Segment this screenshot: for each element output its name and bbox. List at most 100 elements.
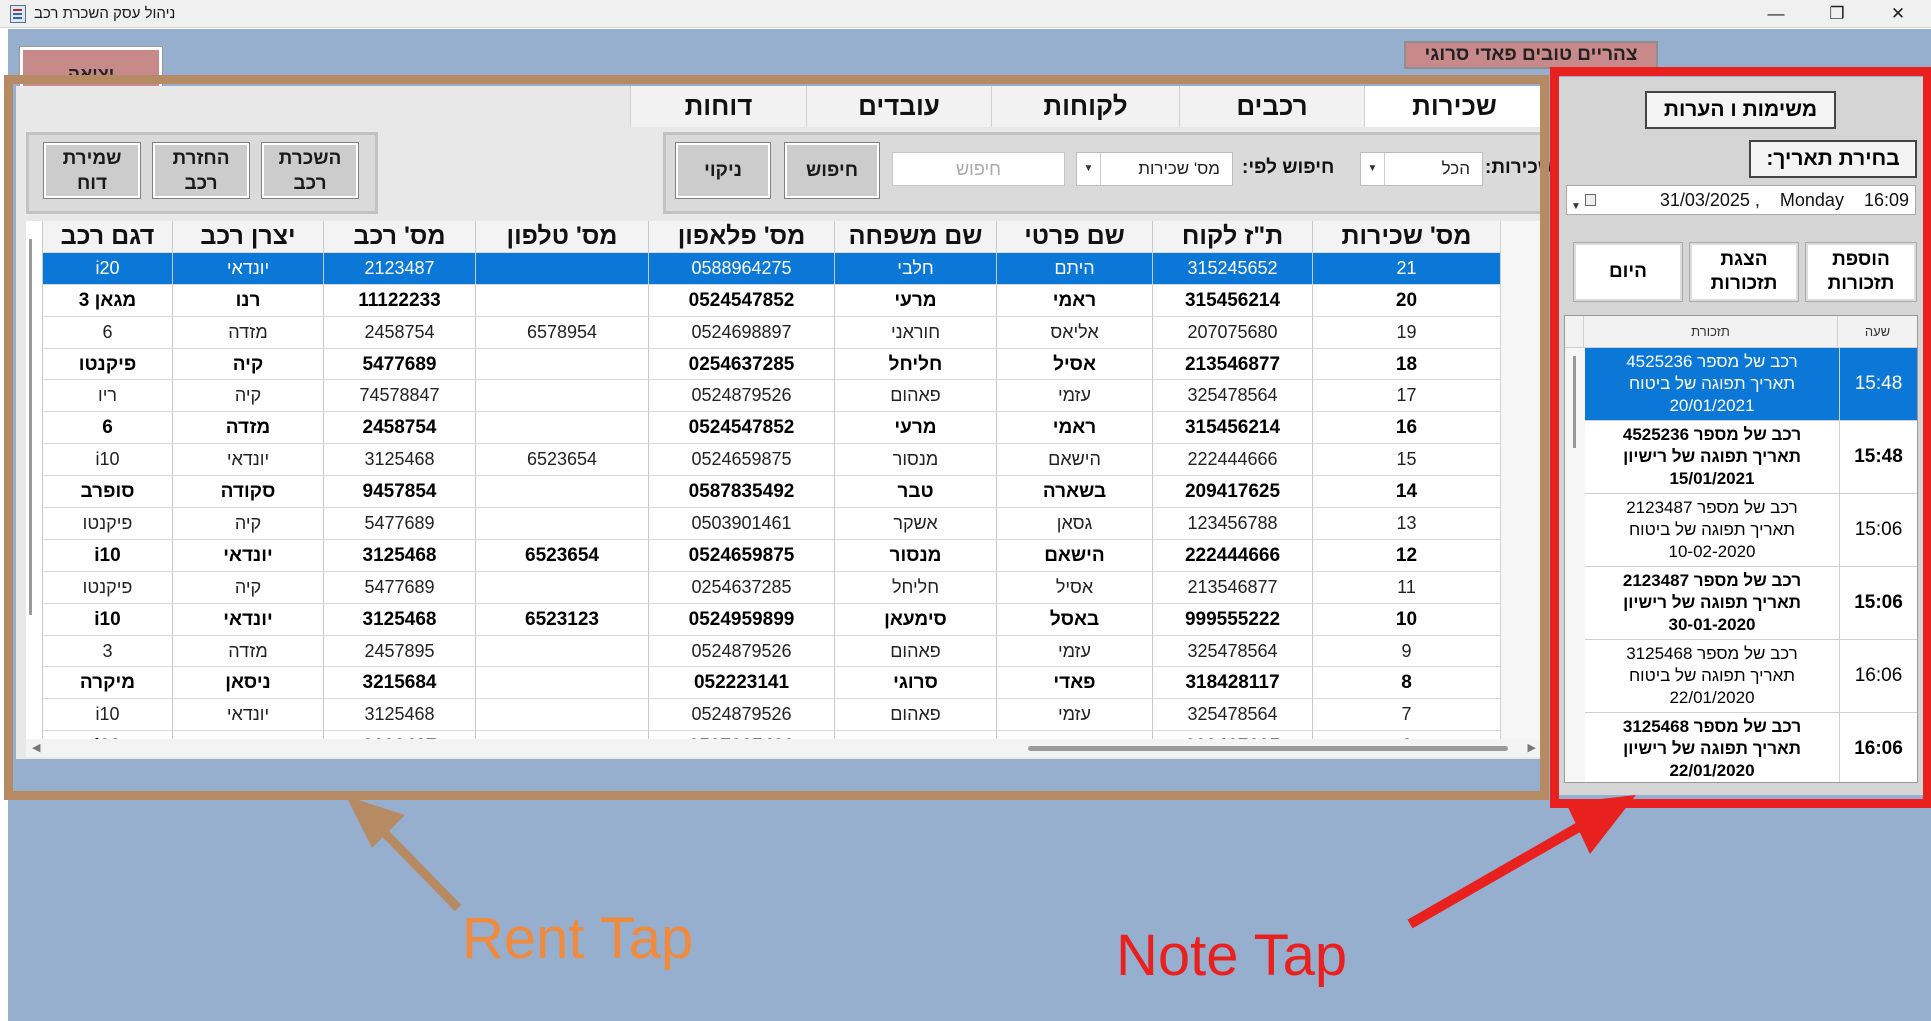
cell-last-name[interactable]: סימעאן <box>834 603 996 636</box>
cell-car-number[interactable]: 74578847 <box>323 380 475 413</box>
cell-mobile[interactable]: 052223141 <box>648 667 834 700</box>
cell-car-maker[interactable]: קיה <box>172 380 323 413</box>
table-row[interactable]: 9 325478564 עזמי פאהום 0524879526 2457895 מזדה… <box>42 635 1500 668</box>
cell-first-name[interactable]: אסיל <box>996 348 1152 381</box>
cell-car-model[interactable]: i10 <box>42 539 172 572</box>
cell-customer-id[interactable]: 315456214 <box>1152 284 1312 317</box>
cell-first-name[interactable]: אסיל <box>996 571 1152 604</box>
cell-car-maker[interactable]: יונדאי <box>172 539 323 572</box>
reminder-time[interactable]: 16:06 <box>1839 640 1917 712</box>
cell-first-name[interactable]: עזמי <box>996 635 1152 668</box>
cell-car-number[interactable]: 9457854 <box>323 476 475 509</box>
clear-button[interactable]: ניקוי <box>676 143 770 198</box>
cell-last-name[interactable]: סרוגי <box>834 667 996 700</box>
cell-car-number[interactable]: 3215684 <box>323 667 475 700</box>
reminder-time[interactable]: 15:06 <box>1839 567 1917 639</box>
cell-rental-number[interactable]: 9 <box>1312 635 1500 668</box>
cell-car-model[interactable]: מיקרה <box>42 667 172 700</box>
cell-phone[interactable] <box>475 252 648 285</box>
reminder-time[interactable]: 15:48 <box>1839 421 1917 493</box>
cell-mobile[interactable]: 0524547852 <box>648 284 834 317</box>
cell-customer-id[interactable]: 213546877 <box>1152 571 1312 604</box>
cell-car-model[interactable]: i10 <box>42 444 172 477</box>
reminder-row[interactable]: 15:48 רכב של מספר 4525236 תאריך תפוגה של … <box>1585 421 1917 494</box>
reminder-text[interactable]: רכב של מספר 2123487 תאריך תפוגה של ביטוח… <box>1585 494 1839 566</box>
table-row[interactable]: 7 325478564 עזמי פאהום 0524879526 3125468 יונד… <box>42 699 1500 732</box>
column-header-last-name[interactable]: שם משפחה <box>834 221 996 253</box>
grid-horizontal-thumb[interactable] <box>1028 746 1508 751</box>
cell-rental-number[interactable]: 19 <box>1312 316 1500 349</box>
column-header-first-name[interactable]: שם פרטי <box>996 221 1152 253</box>
cell-mobile[interactable]: 0524959899 <box>648 603 834 636</box>
cell-car-model[interactable]: 3 <box>42 635 172 668</box>
reminder-text[interactable]: רכב של מספר 4525236 תאריך תפוגה של ביטוח… <box>1585 348 1839 420</box>
search-input[interactable]: חיפוש <box>892 152 1065 186</box>
column-header-rental-number[interactable]: מס' שכירות <box>1312 221 1500 253</box>
cell-last-name[interactable]: חלבי <box>834 252 996 285</box>
cell-car-model[interactable]: מגאן 3 <box>42 284 172 317</box>
cell-customer-id[interactable]: 213546877 <box>1152 348 1312 381</box>
cell-last-name[interactable]: חוראני <box>834 316 996 349</box>
cell-mobile[interactable]: 0524879526 <box>648 699 834 732</box>
cell-rental-number[interactable]: 13 <box>1312 508 1500 540</box>
cell-car-number[interactable]: 3125468 <box>323 603 475 636</box>
search-button[interactable]: חיפוש <box>785 143 879 198</box>
cell-phone[interactable]: 6523123 <box>475 603 648 636</box>
cell-phone[interactable] <box>475 412 648 445</box>
cell-car-maker[interactable]: קיה <box>172 508 323 540</box>
cell-car-maker[interactable]: רנו <box>172 284 323 317</box>
cell-rental-number[interactable]: 10 <box>1312 603 1500 636</box>
cell-car-number[interactable]: 3125468 <box>323 444 475 477</box>
tab-customers[interactable]: לקוחות <box>991 86 1179 127</box>
column-header-phone[interactable]: מס' טלפון <box>475 221 648 253</box>
cell-first-name[interactable]: בשארה <box>996 476 1152 509</box>
reminder-row[interactable]: 16:06 רכב של מספר 3125468 תאריך תפוגה של … <box>1585 713 1917 782</box>
cell-last-name[interactable]: מנסור <box>834 444 996 477</box>
cell-rental-number[interactable]: 7 <box>1312 699 1500 732</box>
grid-horizontal-scrollbar[interactable]: ◀ ▶ <box>26 739 1540 757</box>
cell-car-model[interactable]: פיקנטו <box>42 348 172 381</box>
tab-employees[interactable]: עובדים <box>806 86 991 127</box>
reminder-text[interactable]: רכב של מספר 2123487 תאריך תפוגה של רישיו… <box>1585 567 1839 639</box>
date-picker[interactable]: ▼ 31/03/2025 , Monday 16:09 <box>1566 185 1916 215</box>
cell-last-name[interactable]: אשקר <box>834 508 996 540</box>
table-row[interactable]: 12 222444666 הישאם מנסור 0524659875 6523654 31… <box>42 539 1500 572</box>
cell-last-name[interactable]: פאהום <box>834 699 996 732</box>
reminders-grid[interactable]: שעה תזכורת 15:48 רכב של מספר 4525236 תארי… <box>1564 315 1918 783</box>
cell-phone[interactable] <box>475 284 648 317</box>
cell-car-number[interactable]: 2457895 <box>323 635 475 668</box>
cell-mobile[interactable]: 0524659875 <box>648 539 834 572</box>
reminder-text[interactable]: רכב של מספר 3125468 תאריך תפוגה של ביטוח… <box>1585 640 1839 712</box>
cell-rental-number[interactable]: 12 <box>1312 539 1500 572</box>
cell-car-number[interactable]: 2123487 <box>323 252 475 285</box>
cell-phone[interactable]: 6523654 <box>475 444 648 477</box>
cell-car-number[interactable]: 2458754 <box>323 412 475 445</box>
cell-customer-id[interactable]: 209417625 <box>1152 476 1312 509</box>
cell-car-number[interactable]: 5477689 <box>323 571 475 604</box>
cell-mobile[interactable]: 0587835492 <box>648 476 834 509</box>
cell-car-maker[interactable]: קיה <box>172 348 323 381</box>
reminder-text[interactable]: רכב של מספר 3125468 תאריך תפוגה של רישיו… <box>1585 713 1839 782</box>
table-row[interactable]: 21 315245652 היתם חלבי 0588964275 2123487 יונד… <box>42 252 1500 285</box>
table-row[interactable]: 15 222444666 הישאם מנסור 0524659875 6523654 31… <box>42 444 1500 477</box>
table-row[interactable]: 11 213546877 אסיל חליחל 0254637285 5477689 קיה… <box>42 571 1500 604</box>
save-report-button[interactable]: שמירת דוח <box>44 143 140 198</box>
cell-first-name[interactable]: עזמי <box>996 699 1152 732</box>
cell-customer-id[interactable]: 315245652 <box>1152 252 1312 285</box>
show-reminders-button[interactable]: הצגת תזכורות <box>1690 243 1798 301</box>
cell-car-maker[interactable]: יונדאי <box>172 603 323 636</box>
cell-car-model[interactable]: 6 <box>42 412 172 445</box>
cell-mobile[interactable]: 0524879526 <box>648 635 834 668</box>
cell-customer-id[interactable]: 325478564 <box>1152 635 1312 668</box>
cell-customer-id[interactable]: 222444666 <box>1152 444 1312 477</box>
cell-mobile[interactable]: 0588964275 <box>648 252 834 285</box>
cell-last-name[interactable]: מרעי <box>834 284 996 317</box>
grid-vertical-thumb[interactable] <box>29 239 32 615</box>
cell-customer-id[interactable]: 315456214 <box>1152 412 1312 445</box>
cell-car-model[interactable]: i20 <box>42 252 172 285</box>
cell-rental-number[interactable]: 20 <box>1312 284 1500 317</box>
cell-first-name[interactable]: אליאס <box>996 316 1152 349</box>
calendar-icon[interactable] <box>1585 194 1596 206</box>
cell-car-model[interactable]: 6 <box>42 316 172 349</box>
cell-car-model[interactable]: i10 <box>42 699 172 732</box>
